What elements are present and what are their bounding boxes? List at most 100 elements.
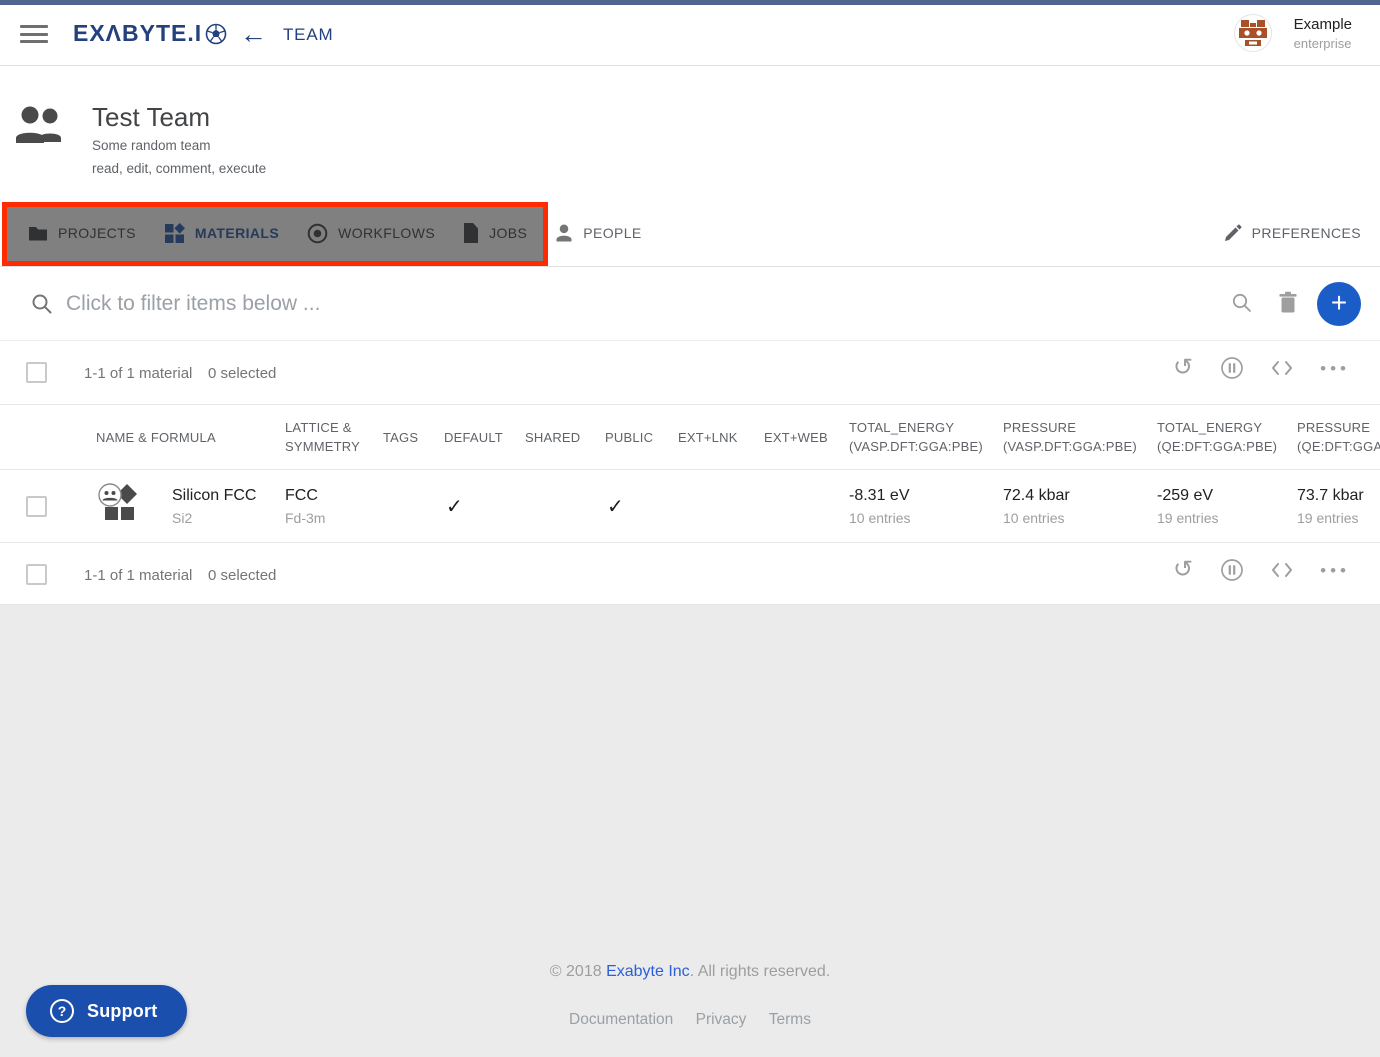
- column-header-name[interactable]: NAME & FORMULA: [88, 428, 285, 447]
- material-name: Silicon FCC: [172, 487, 256, 505]
- property-entries: 10 entries: [1003, 510, 1157, 526]
- column-header-pressure-vasp[interactable]: PRESSURE(VASP.DFT:GGA:PBE): [1003, 418, 1157, 456]
- table-header: NAME & FORMULA LATTICE &SYMMETRY TAGS DE…: [0, 405, 1380, 470]
- pagination-range: 1-1 of 1 material: [84, 567, 192, 584]
- widgets-icon: [164, 223, 185, 244]
- footer: © 2018 Exabyte Inc. All rights reserved.…: [0, 605, 1380, 1057]
- selection-count: 0 selected: [208, 567, 276, 584]
- property-value: -8.31 eV: [849, 487, 1003, 505]
- footer-link-privacy[interactable]: Privacy: [696, 1011, 747, 1028]
- tab-bar: PROJECTS MATERIALS: [0, 200, 1380, 267]
- tab-label: JOBS: [489, 225, 527, 241]
- selection-count: 0 selected: [208, 365, 276, 382]
- public-check-icon: ✓: [605, 494, 678, 519]
- select-all-checkbox[interactable]: [26, 564, 47, 585]
- table-row[interactable]: Silicon FCC Si2 FCC Fd-3m ✓ ✓ -8.31 eV 1…: [0, 470, 1380, 543]
- add-button[interactable]: +: [1317, 282, 1361, 326]
- back-icon[interactable]: ←: [240, 16, 267, 52]
- tab-projects[interactable]: PROJECTS: [14, 200, 150, 266]
- delete-button[interactable]: [1278, 291, 1298, 314]
- pause-icon[interactable]: [1220, 356, 1244, 380]
- brand-logo[interactable]: EXΛBYTE.I: [73, 20, 227, 47]
- plus-icon: +: [1331, 289, 1347, 317]
- footer-links: Documentation Privacy Terms: [0, 1011, 1380, 1029]
- team-description: Some random team: [92, 138, 211, 153]
- file-icon: [463, 223, 479, 243]
- property-entries: 19 entries: [1297, 510, 1380, 526]
- refresh-icon[interactable]: ↺: [1173, 356, 1193, 380]
- app-bar: EXΛBYTE.I ← TEAM: [0, 5, 1380, 66]
- column-header-tags[interactable]: TAGS: [383, 428, 444, 447]
- search-button[interactable]: [1231, 292, 1253, 314]
- column-header-shared[interactable]: SHARED: [525, 428, 605, 447]
- support-label: Support: [87, 1001, 157, 1022]
- account-menu[interactable]: Example enterprise: [1234, 14, 1352, 52]
- filter-bar: +: [0, 267, 1380, 341]
- footer-link-terms[interactable]: Terms: [769, 1011, 811, 1028]
- account-name: Example: [1294, 16, 1352, 33]
- lattice-type: FCC: [285, 487, 383, 505]
- property-value: 73.7 kbar: [1297, 487, 1380, 505]
- property-value: -259 eV: [1157, 487, 1297, 505]
- material-icon: [96, 483, 146, 529]
- column-header-ext-lnk[interactable]: EXT+LNK: [678, 428, 764, 447]
- company-link[interactable]: Exabyte Inc: [606, 963, 690, 980]
- column-header-ext-web[interactable]: EXT+WEB: [764, 428, 849, 447]
- tab-people[interactable]: PEOPLE: [541, 200, 655, 266]
- pagination-bar-bottom: 1-1 of 1 material 0 selected ↺ •••: [0, 543, 1380, 605]
- tab-label: WORKFLOWS: [338, 225, 435, 241]
- team-page: EXΛBYTE.I ← TEAM: [0, 0, 1380, 1057]
- column-header-public[interactable]: PUBLIC: [605, 428, 678, 447]
- materials-active-underline: [150, 261, 293, 265]
- column-header-lattice[interactable]: LATTICE &SYMMETRY: [285, 418, 383, 456]
- account-avatar: [1234, 14, 1272, 52]
- tab-label: PROJECTS: [58, 225, 136, 241]
- material-formula: Si2: [172, 510, 256, 526]
- support-button[interactable]: ? Support: [26, 985, 187, 1037]
- default-check-icon: ✓: [444, 494, 525, 519]
- brand-text: EXΛBYTE.I: [73, 20, 202, 47]
- hamburger-menu-icon[interactable]: [20, 25, 48, 45]
- workflow-icon: [307, 223, 328, 244]
- tab-label: PEOPLE: [583, 225, 641, 241]
- tab-materials[interactable]: MATERIALS: [150, 200, 293, 266]
- select-all-checkbox[interactable]: [26, 362, 47, 383]
- refresh-icon[interactable]: ↺: [1173, 558, 1193, 582]
- account-type: enterprise: [1294, 36, 1352, 51]
- property-entries: 19 entries: [1157, 510, 1297, 526]
- team-header: Test Team Some random team read, edit, c…: [0, 66, 1380, 200]
- trash-icon: [1278, 291, 1298, 314]
- team-permissions: read, edit, comment, execute: [92, 161, 266, 176]
- preferences-button[interactable]: PREFERENCES: [1224, 200, 1361, 266]
- column-header-total-energy-vasp[interactable]: TOTAL_ENERGY(VASP.DFT:GGA:PBE): [849, 418, 1003, 456]
- column-header-default[interactable]: DEFAULT: [444, 428, 525, 447]
- column-header-total-energy-qe[interactable]: TOTAL_ENERGY(QE:DFT:GGA:PBE): [1157, 418, 1297, 456]
- more-icon[interactable]: •••: [1320, 562, 1350, 579]
- property-value: 72.4 kbar: [1003, 487, 1157, 505]
- logo-ball-icon: [205, 23, 227, 45]
- column-header-pressure-qe[interactable]: PRESSURE(QE:DFT:GGA:PBE): [1297, 418, 1380, 456]
- search-icon: [1231, 292, 1253, 314]
- pause-icon[interactable]: [1220, 558, 1244, 582]
- folder-icon: [28, 225, 48, 242]
- team-name: Test Team: [92, 102, 210, 133]
- preferences-label: PREFERENCES: [1252, 225, 1361, 241]
- pagination-bar-top: 1-1 of 1 material 0 selected ↺ •••: [0, 341, 1380, 405]
- tab-label: MATERIALS: [195, 225, 279, 241]
- property-entries: 10 entries: [849, 510, 1003, 526]
- help-icon: ?: [50, 999, 74, 1023]
- code-icon[interactable]: [1271, 562, 1293, 578]
- tab-workflows[interactable]: WORKFLOWS: [293, 200, 449, 266]
- person-icon: [555, 224, 573, 242]
- tab-jobs[interactable]: JOBS: [449, 200, 541, 266]
- filter-input[interactable]: [66, 285, 1066, 323]
- footer-link-documentation[interactable]: Documentation: [569, 1011, 673, 1028]
- copyright: © 2018 Exabyte Inc. All rights reserved.: [0, 963, 1380, 981]
- more-icon[interactable]: •••: [1320, 360, 1350, 377]
- pagination-range: 1-1 of 1 material: [84, 365, 192, 382]
- search-icon: [31, 293, 53, 315]
- pencil-icon: [1224, 224, 1242, 242]
- row-checkbox[interactable]: [26, 496, 47, 517]
- code-icon[interactable]: [1271, 360, 1293, 376]
- symmetry-group: Fd-3m: [285, 510, 383, 526]
